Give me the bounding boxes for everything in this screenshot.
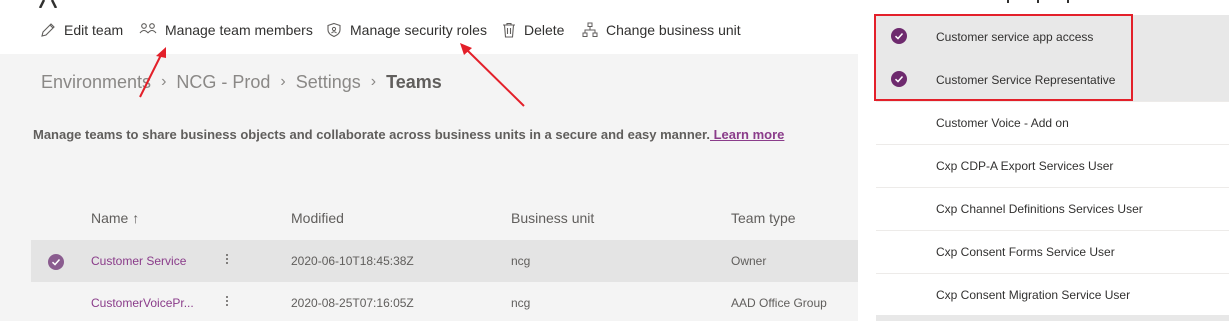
column-header-modified[interactable]: Modified: [291, 210, 344, 226]
column-header-name[interactable]: Name ↑: [91, 210, 139, 226]
breadcrumb: Environments › NCG - Prod › Settings › T…: [41, 70, 442, 94]
panel-header-fragment: [1007, 0, 1069, 3]
manage-team-members-button[interactable]: Manage team members: [139, 19, 313, 41]
role-item[interactable]: Customer Voice - Add on: [876, 101, 1229, 145]
role-item[interactable]: Customer service app access: [876, 15, 1229, 59]
breadcrumb-current: Teams: [386, 71, 442, 92]
manage-team-members-label: Manage team members: [165, 22, 313, 38]
security-roles-panel: Customer service app access Customer Ser…: [858, 0, 1229, 321]
edit-team-button[interactable]: Edit team: [40, 19, 123, 41]
people-icon: [139, 23, 157, 34]
role-item[interactable]: Cxp CDP-A Export Services User: [876, 144, 1229, 188]
org-chart-icon: [582, 22, 598, 37]
table-row[interactable]: Customer Service 2020-06-10T18:45:38Z nc…: [31, 240, 858, 282]
learn-more-link[interactable]: Learn more: [710, 127, 785, 142]
team-type-cell: Owner: [731, 254, 767, 268]
manage-security-roles-button[interactable]: Manage security roles: [326, 19, 487, 41]
change-business-unit-label: Change business unit: [606, 22, 741, 38]
manage-security-roles-label: Manage security roles: [350, 22, 487, 38]
delete-label: Delete: [524, 22, 565, 38]
team-type-cell: AAD Office Group: [731, 296, 827, 310]
page-description: Manage teams to share business objects a…: [33, 127, 784, 142]
description-text: Manage teams to share business objects a…: [33, 127, 710, 142]
column-header-business-unit[interactable]: Business unit: [511, 210, 594, 226]
main-content: Edit team Manage team members Manage sec…: [0, 0, 858, 321]
role-label: Customer Service Representative: [936, 73, 1116, 87]
modified-cell: 2020-08-25T07:16:05Z: [291, 296, 414, 310]
next-role-item-edge: [876, 315, 1229, 321]
column-header-team-type[interactable]: Team type: [731, 210, 796, 226]
role-label: Cxp Consent Forms Service User: [936, 245, 1115, 259]
trash-icon: [503, 22, 515, 38]
command-bar: Edit team Manage team members Manage sec…: [0, 0, 858, 54]
pencil-icon: [41, 23, 55, 37]
breadcrumb-environment[interactable]: NCG - Prod: [176, 72, 270, 93]
role-label: Customer Voice - Add on: [936, 116, 1069, 130]
role-label: Customer service app access: [936, 30, 1094, 44]
role-label: Cxp Consent Migration Service User: [936, 288, 1131, 302]
delete-button[interactable]: Delete: [502, 19, 564, 41]
team-name-link[interactable]: Customer Service: [91, 254, 186, 268]
team-name-link[interactable]: CustomerVoicePr...: [91, 296, 194, 310]
breadcrumb-environments[interactable]: Environments: [41, 72, 151, 93]
more-options-icon[interactable]: [221, 294, 233, 312]
breadcrumb-settings[interactable]: Settings: [296, 72, 361, 93]
row-selected-check-icon[interactable]: [48, 254, 64, 270]
chevron-right-icon: ›: [161, 73, 167, 90]
business-unit-cell: ncg: [511, 296, 531, 310]
edit-team-label: Edit team: [64, 22, 124, 38]
role-label: Cxp Channel Definitions Services User: [936, 202, 1143, 216]
change-business-unit-button[interactable]: Change business unit: [582, 19, 741, 41]
app-logo-fragment: [38, 0, 58, 8]
business-unit-cell: ncg: [511, 254, 531, 268]
chevron-right-icon: ›: [280, 73, 286, 90]
role-item[interactable]: Cxp Channel Definitions Services User: [876, 187, 1229, 231]
role-item[interactable]: Cxp Consent Migration Service User: [876, 273, 1229, 317]
modified-cell: 2020-06-10T18:45:38Z: [291, 254, 414, 268]
chevron-right-icon: ›: [370, 73, 377, 90]
role-item[interactable]: Customer Service Representative: [876, 58, 1229, 102]
table-row[interactable]: CustomerVoicePr... 2020-08-25T07:16:05Z …: [31, 282, 858, 321]
role-item[interactable]: Cxp Consent Forms Service User: [876, 230, 1229, 274]
shield-icon: [327, 22, 341, 38]
checkmark-icon[interactable]: [891, 71, 907, 87]
role-label: Cxp CDP-A Export Services User: [936, 159, 1114, 173]
checkmark-icon[interactable]: [891, 28, 907, 44]
more-options-icon[interactable]: [221, 252, 233, 270]
